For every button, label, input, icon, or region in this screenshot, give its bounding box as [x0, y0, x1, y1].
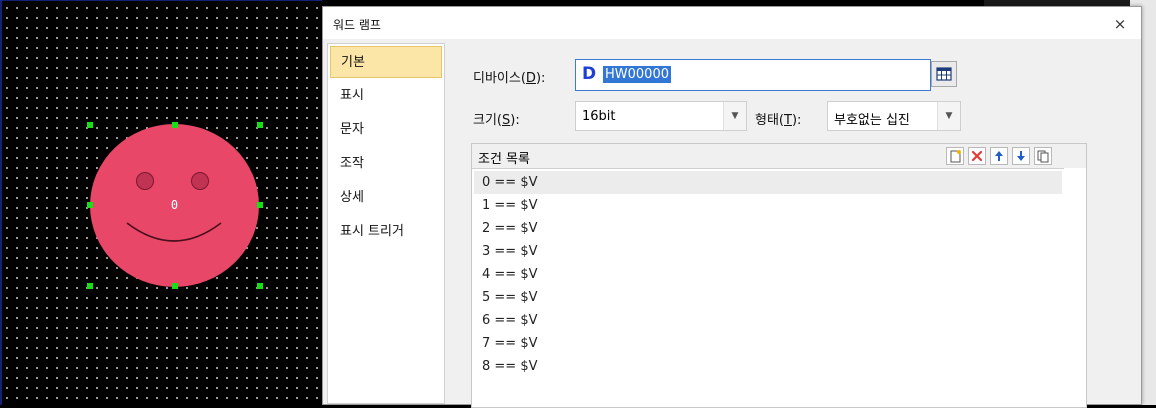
device-value: HW00000 — [603, 66, 671, 83]
condition-list-panel: 조건 목록 0 == $V 1 == $V 2 == $V 3 == $V 4 … — [471, 143, 1087, 408]
condition-row[interactable]: 8 == $V — [474, 355, 1062, 378]
delete-icon — [971, 150, 983, 162]
nav-item-operation[interactable]: 조작 — [330, 148, 442, 180]
resize-handle-nw[interactable] — [87, 122, 93, 128]
chevron-down-icon: ▼ — [723, 102, 746, 130]
condition-list-header: 조건 목록 — [472, 144, 1086, 169]
word-lamp-dialog: 워드 램프 × 기본 표시 문자 조작 상세 표시 트리거 디바이스(D): D… — [322, 6, 1142, 408]
device-input[interactable]: D HW00000 — [575, 59, 931, 91]
size-select[interactable]: 16bit ▼ — [575, 101, 747, 131]
device-label: 디바이스(D): — [473, 71, 546, 86]
move-down-icon — [1017, 151, 1025, 161]
resize-handle-e[interactable] — [257, 202, 263, 208]
format-select-value: 부호없는 십진 — [834, 113, 910, 128]
smile-mouth — [126, 222, 222, 242]
condition-row[interactable]: 1 == $V — [474, 194, 1062, 217]
move-up-icon — [995, 151, 1003, 161]
resize-handle-n[interactable] — [172, 122, 178, 128]
nav-item-display-trigger[interactable]: 표시 트리거 — [330, 216, 442, 248]
device-prefix: D — [582, 64, 597, 84]
resize-handle-s[interactable] — [172, 283, 178, 289]
size-select-value: 16bit — [582, 109, 616, 124]
delete-condition-button[interactable] — [968, 147, 986, 165]
move-up-button[interactable] — [990, 147, 1008, 165]
left-eye — [136, 172, 154, 190]
device-table-icon — [936, 67, 952, 81]
right-eye — [191, 172, 209, 190]
condition-row[interactable]: 2 == $V — [474, 217, 1062, 240]
lamp-value: 0 — [170, 198, 179, 212]
copy-condition-button[interactable] — [1034, 147, 1052, 165]
copy-icon — [1037, 150, 1049, 163]
condition-row[interactable]: 7 == $V — [474, 332, 1062, 355]
size-label: 크기(S): — [473, 113, 520, 128]
new-icon — [950, 150, 961, 163]
dialog-body: 기본 표시 문자 조작 상세 표시 트리거 디바이스(D): D HW00000… — [323, 39, 1141, 408]
format-label: 형태(T): — [755, 113, 802, 128]
nav-item-display[interactable]: 표시 — [330, 80, 442, 112]
word-lamp-object[interactable]: 0 — [90, 124, 259, 287]
device-browse-button[interactable] — [931, 61, 957, 87]
resize-handle-ne[interactable] — [257, 122, 263, 128]
new-condition-button[interactable] — [946, 147, 964, 165]
close-button[interactable]: × — [1109, 13, 1131, 35]
condition-row[interactable]: 0 == $V — [474, 171, 1062, 194]
design-canvas[interactable]: 0 — [0, 0, 322, 405]
canvas-border-top — [0, 0, 322, 1]
resize-handle-sw[interactable] — [87, 283, 93, 289]
condition-row[interactable]: 6 == $V — [474, 309, 1062, 332]
nav-item-text[interactable]: 문자 — [330, 114, 442, 146]
canvas-border-left — [0, 0, 2, 405]
format-select[interactable]: 부호없는 십진 ▼ — [827, 101, 961, 131]
resize-handle-w[interactable] — [87, 202, 93, 208]
resize-handle-se[interactable] — [257, 283, 263, 289]
move-down-button[interactable] — [1012, 147, 1030, 165]
condition-list-title: 조건 목록 — [478, 152, 530, 167]
chevron-down-icon: ▼ — [937, 102, 960, 130]
condition-list-scrollbar[interactable] — [1064, 168, 1086, 407]
condition-row[interactable]: 5 == $V — [474, 286, 1062, 309]
category-nav: 기본 표시 문자 조작 상세 표시 트리거 — [327, 43, 445, 404]
nav-item-basic[interactable]: 기본 — [330, 46, 442, 78]
nav-item-detail[interactable]: 상세 — [330, 182, 442, 214]
dialog-titlebar[interactable]: 워드 램프 × — [323, 7, 1141, 39]
condition-row[interactable]: 4 == $V — [474, 263, 1062, 286]
condition-row[interactable]: 3 == $V — [474, 240, 1062, 263]
dialog-title: 워드 램프 — [333, 18, 381, 32]
